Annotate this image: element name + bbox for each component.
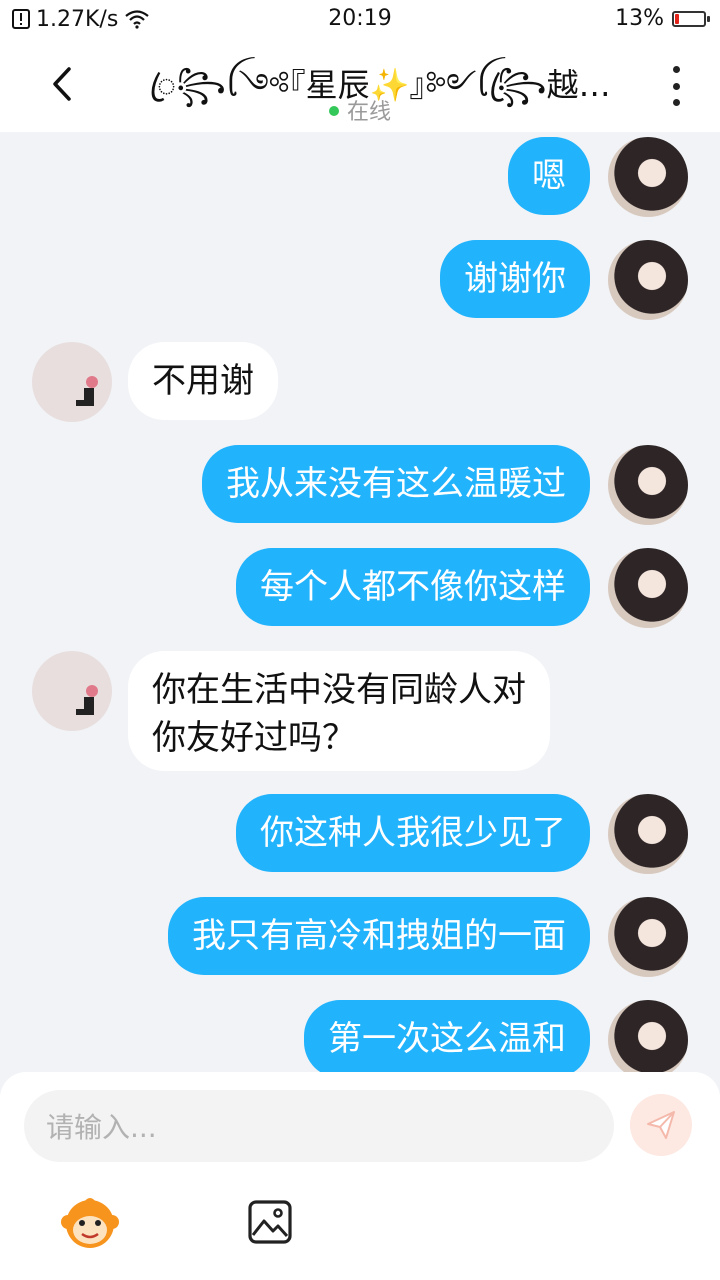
emoji-button[interactable] xyxy=(60,1192,120,1252)
my-avatar[interactable] xyxy=(608,794,688,874)
my-avatar[interactable] xyxy=(608,137,688,217)
message-list[interactable]: 嗯 谢谢你 不用谢 我从来没有这么温暖过 每个人都不像你这样 你在生活中没有同龄… xyxy=(0,132,720,1072)
my-message[interactable]: 你这种人我很少见了 xyxy=(236,794,590,872)
message-line: 你在生活中没有同龄人对 xyxy=(152,670,526,710)
message-input-wrapper[interactable] xyxy=(24,1090,614,1164)
more-button[interactable] xyxy=(662,66,690,106)
battery-level xyxy=(675,13,679,24)
image-button[interactable] xyxy=(240,1192,300,1252)
more-dot xyxy=(672,99,680,106)
send-icon xyxy=(647,1111,675,1139)
battery-icon xyxy=(672,10,710,27)
contact-avatar[interactable] xyxy=(32,651,112,731)
battery-percent: 13% xyxy=(615,6,664,31)
my-message[interactable]: 我从来没有这么温暖过 xyxy=(202,445,590,523)
my-message[interactable]: 谢谢你 xyxy=(440,240,590,318)
contact-avatar[interactable] xyxy=(32,342,112,422)
message-input[interactable] xyxy=(44,1090,588,1164)
chat-header: ꦿ꧂ꪶ༺『星辰✨』༻ꪶ꧂ꦿ越… 在线 xyxy=(0,38,720,132)
my-message[interactable]: 嗯 xyxy=(508,137,590,215)
contact-message[interactable]: 不用谢 xyxy=(128,342,278,420)
status-right: 13% xyxy=(615,6,710,31)
contact-message[interactable]: 你在生活中没有同龄人对 你友好过吗？ xyxy=(128,651,550,771)
avatar-figure xyxy=(76,685,98,715)
message-line: 你友好过吗？ xyxy=(152,718,356,758)
my-message[interactable]: 每个人都不像你这样 xyxy=(236,548,590,626)
my-message[interactable]: 我只有高冷和拽姐的一面 xyxy=(168,897,590,975)
my-avatar[interactable] xyxy=(608,1000,688,1072)
online-dot-icon xyxy=(328,106,339,116)
more-dot xyxy=(672,66,680,73)
my-avatar[interactable] xyxy=(608,445,688,525)
my-message[interactable]: 第一次这么温和 xyxy=(304,1000,590,1072)
online-status: 在线 xyxy=(0,94,720,126)
more-dot xyxy=(672,82,680,90)
my-avatar[interactable] xyxy=(608,548,688,628)
avatar-figure xyxy=(76,376,98,406)
clock: 20:19 xyxy=(328,6,392,31)
composer xyxy=(0,1072,720,1280)
status-bar: 1.27K/s 20:19 13% xyxy=(0,0,720,38)
monkey-emoji-icon xyxy=(61,1198,119,1248)
image-icon xyxy=(248,1200,292,1244)
send-button[interactable] xyxy=(630,1094,692,1156)
online-label: 在线 xyxy=(346,100,391,125)
my-avatar[interactable] xyxy=(608,240,688,320)
my-avatar[interactable] xyxy=(608,897,688,977)
